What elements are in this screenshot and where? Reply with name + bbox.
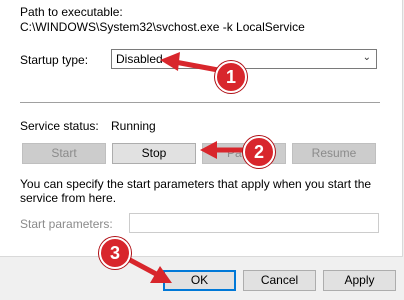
service-status-label: Service status:: [20, 119, 99, 133]
start-params-label: Start parameters:: [20, 217, 113, 231]
chevron-down-icon: ⌄: [362, 52, 371, 63]
startup-type-dropdown[interactable]: Disabled ⌄: [111, 49, 377, 69]
startup-type-label: Startup type:: [20, 53, 89, 67]
arrow-3-icon: [125, 256, 161, 278]
apply-button[interactable]: Apply: [323, 270, 396, 291]
start-button[interactable]: Start: [22, 143, 106, 164]
callout-badge-1: 1: [215, 61, 247, 93]
resume-button[interactable]: Resume: [292, 143, 376, 164]
cancel-button[interactable]: Cancel: [243, 270, 316, 291]
service-properties-panel: Path to executable: C:\WINDOWS\System32\…: [0, 0, 403, 257]
callout-badge-3: 3: [99, 237, 131, 269]
executable-path: C:\WINDOWS\System32\svchost.exe -k Local…: [20, 20, 305, 34]
executable-label: Path to executable:: [20, 5, 123, 19]
divider: [20, 102, 380, 103]
stop-button[interactable]: Stop: [112, 143, 196, 164]
ok-button[interactable]: OK: [163, 270, 236, 291]
service-status-value: Running: [111, 119, 156, 133]
startup-type-value: Disabled: [116, 52, 163, 66]
start-params-description: You can specify the start parameters tha…: [20, 177, 372, 205]
start-params-input[interactable]: [129, 213, 379, 233]
callout-badge-2: 2: [243, 136, 275, 168]
